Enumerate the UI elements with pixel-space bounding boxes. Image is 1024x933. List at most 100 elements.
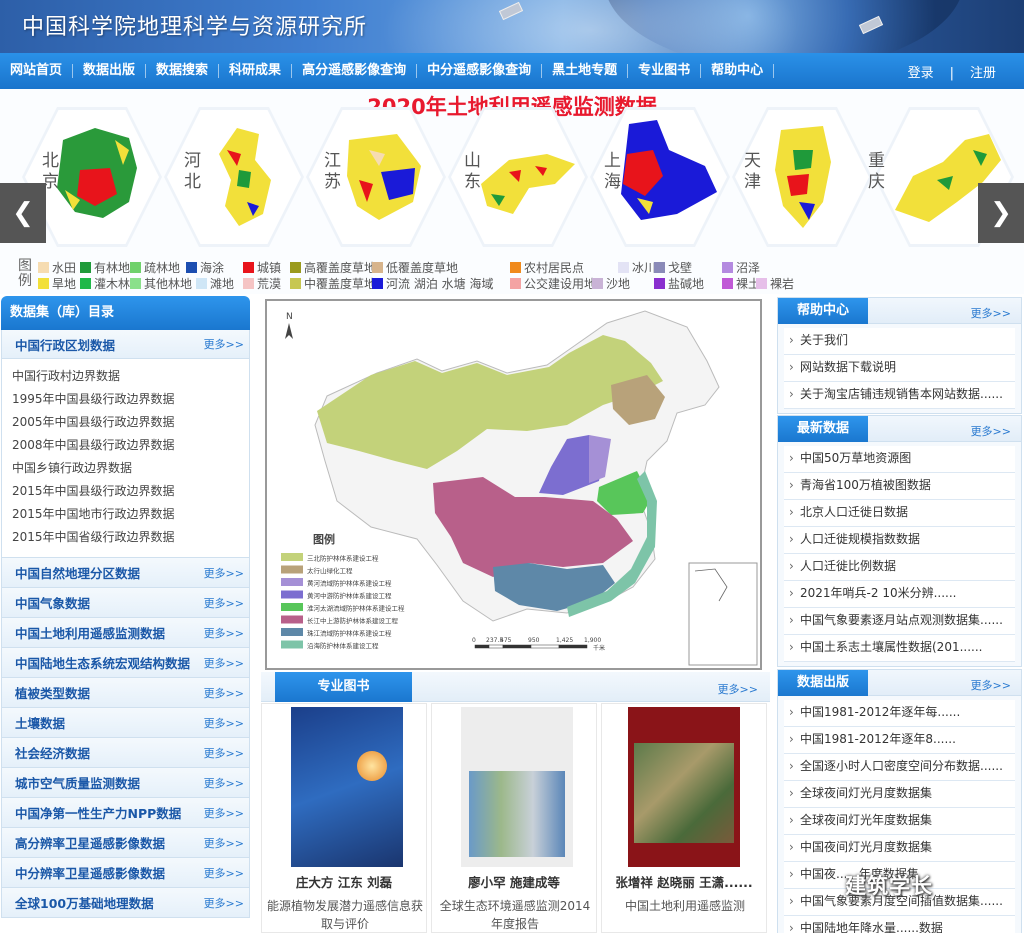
login-link[interactable]: 登录 [908,66,934,81]
category-row[interactable]: 城市空气质量监测数据 更多>> [1,768,250,798]
category-title[interactable]: 全球100万基础地理数据 [15,893,154,912]
legend-item: 水田 [38,259,76,276]
category-row[interactable]: 社会经济数据 更多>> [1,738,250,768]
category-title[interactable]: 土壤数据 [15,713,65,732]
list-item[interactable]: 关于我们 [784,328,1015,355]
category-title[interactable]: 中国行政区划数据 [15,335,115,354]
list-item[interactable]: 北京人口迁徙日数据 [784,500,1015,527]
legend-item: 冰川 [618,259,656,276]
category-title[interactable]: 中国陆地生态系统宏观结构数据 [15,653,190,672]
list-item[interactable]: 中国50万草地资源图 [784,446,1015,473]
category-row[interactable]: 中国净第一性生产力NPP数据 更多>> [1,798,250,828]
book-card[interactable]: 廖小罕 施建成等 全球生态环境遥感监测2014年度报告 [431,703,597,933]
more-link[interactable]: 更多>> [204,805,244,821]
list-item[interactable]: 中国土系志土壤属性数据(201...... [784,635,1015,662]
help-tab[interactable]: 帮助中心 [778,298,868,324]
category-title[interactable]: 城市空气质量监测数据 [15,773,140,792]
list-item[interactable]: 网站数据下载说明 [784,355,1015,382]
book-title[interactable]: 全球生态环境遥感监测2014年度报告 [436,897,594,933]
category-title[interactable]: 社会经济数据 [15,743,90,762]
category-row[interactable]: 中分辨率卫星遥感影像数据 更多>> [1,858,250,888]
more-link[interactable]: 更多>> [204,565,244,581]
more-link[interactable]: 更多>> [204,715,244,731]
category-title[interactable]: 植被类型数据 [15,683,90,702]
nav-help[interactable]: 帮助中心 [701,64,775,78]
list-item[interactable]: 中国夜间灯光月度数据集 [784,835,1015,862]
list-item[interactable]: 青海省100万植被图数据 [784,473,1015,500]
land-use-slider: 2020年土地利用遥感监测数据 北京 河北 江苏 山东 上海 天津 重庆 ❮ [0,89,1024,294]
list-item[interactable]: 全国逐小时人口密度空间分布数据...... [784,754,1015,781]
more-link[interactable]: 更多>> [204,655,244,671]
list-item[interactable]: 中国1981-2012年逐年8...... [784,727,1015,754]
category-row[interactable]: 植被类型数据 更多>> [1,678,250,708]
category-row[interactable]: 土壤数据 更多>> [1,708,250,738]
list-item[interactable]: 人口迁徙比例数据 [784,554,1015,581]
list-item[interactable]: 全球夜间灯光年度数据集 [784,808,1015,835]
category-row[interactable]: 中国土地利用遥感监测数据 更多>> [1,618,250,648]
catalog-item[interactable]: 2015年中国省级行政边界数据 [12,526,249,549]
latest-tab[interactable]: 最新数据 [778,416,868,442]
book-card[interactable]: 庄大方 江东 刘磊 能源植物发展潜力遥感信息获取与评价 [261,703,427,933]
legend-item: 城镇 [243,259,281,276]
book-card[interactable]: 张增祥 赵晓丽 王潇...... 中国土地利用遥感监测 [601,703,767,933]
nav-home[interactable]: 网站首页 [0,64,74,78]
legend-item: 戈壁 [654,259,692,276]
nav-research[interactable]: 科研成果 [219,64,293,78]
more-link[interactable]: 更多>> [204,595,244,611]
scale-label: 950 [528,637,540,644]
wechat-watermark: 建筑学长 [845,874,933,898]
list-item[interactable]: 关于淘宝店铺违规销售本网站数据...... [784,382,1015,409]
category-title[interactable]: 中分辨率卫星遥感影像数据 [15,863,165,882]
catalog-item[interactable]: 中国乡镇行政边界数据 [12,457,249,480]
map-legend-label: 黄河流域防护林体系建设工程 [307,579,392,588]
nav-data-search[interactable]: 数据搜索 [146,64,220,78]
catalog-item[interactable]: 1995年中国县级行政边界数据 [12,388,249,411]
book-title[interactable]: 能源植物发展潜力遥感信息获取与评价 [266,897,424,933]
books-tab[interactable]: 专业图书 [275,672,412,702]
list-item[interactable]: 中国气象要素逐月站点观测数据集...... [784,608,1015,635]
category-row[interactable]: 中国陆地生态系统宏观结构数据 更多>> [1,648,250,678]
more-link[interactable]: 更多>> [204,775,244,791]
nav-data-publish[interactable]: 数据出版 [73,64,147,78]
list-item[interactable]: 2021年哨兵-2 10米分辨...... [784,581,1015,608]
list-item[interactable]: 全球夜间灯光月度数据集 [784,781,1015,808]
catalog-item[interactable]: 2005年中国县级行政边界数据 [12,411,249,434]
nav-mid-res-imagery[interactable]: 中分遥感影像查询 [417,64,543,78]
more-link[interactable]: 更多>> [204,865,244,881]
more-link[interactable]: 更多>> [204,895,244,911]
category-title[interactable]: 中国净第一性生产力NPP数据 [15,803,181,822]
category-row[interactable]: 中国行政区划数据 更多>> [1,330,250,359]
more-link[interactable]: 更多>> [204,685,244,701]
latest-more-link[interactable]: 更多>> [971,423,1011,439]
category-title[interactable]: 中国土地利用遥感监测数据 [15,623,165,642]
list-item[interactable]: 人口迁徙规模指数数据 [784,527,1015,554]
more-link[interactable]: 更多>> [204,336,244,352]
nav-black-soil[interactable]: 黑土地专题 [542,64,629,78]
catalog-item[interactable]: 2008年中国县级行政边界数据 [12,434,249,457]
register-link[interactable]: 注册 [970,66,996,81]
catalog-item[interactable]: 中国行政村边界数据 [12,365,249,388]
list-item[interactable]: 中国陆地年降水量......数据 [784,916,1015,933]
more-link[interactable]: 更多>> [204,625,244,641]
category-row[interactable]: 中国自然地理分区数据 更多>> [1,558,250,588]
category-row[interactable]: 高分辨率卫星遥感影像数据 更多>> [1,828,250,858]
more-link[interactable]: 更多>> [204,835,244,851]
publish-more-link[interactable]: 更多>> [971,677,1011,693]
nav-books[interactable]: 专业图书 [628,64,702,78]
nav-high-res-imagery[interactable]: 高分遥感影像查询 [292,64,418,78]
publish-tab[interactable]: 数据出版 [778,670,868,696]
list-item[interactable]: 中国1981-2012年逐年每...... [784,700,1015,727]
books-more-link[interactable]: 更多>> [718,681,758,697]
category-row[interactable]: 中国气象数据 更多>> [1,588,250,618]
category-title[interactable]: 高分辨率卫星遥感影像数据 [15,833,165,852]
book-title[interactable]: 中国土地利用遥感监测 [606,897,764,915]
category-row[interactable]: 全球100万基础地理数据 更多>> [1,888,250,918]
catalog-item[interactable]: 2015年中国地市行政边界数据 [12,503,249,526]
category-title[interactable]: 中国气象数据 [15,593,90,612]
slider-next-button[interactable]: ❯ [978,183,1024,243]
more-link[interactable]: 更多>> [204,745,244,761]
category-title[interactable]: 中国自然地理分区数据 [15,563,140,582]
help-more-link[interactable]: 更多>> [971,305,1011,321]
catalog-item[interactable]: 2015年中国县级行政边界数据 [12,480,249,503]
slider-prev-button[interactable]: ❮ [0,183,46,243]
